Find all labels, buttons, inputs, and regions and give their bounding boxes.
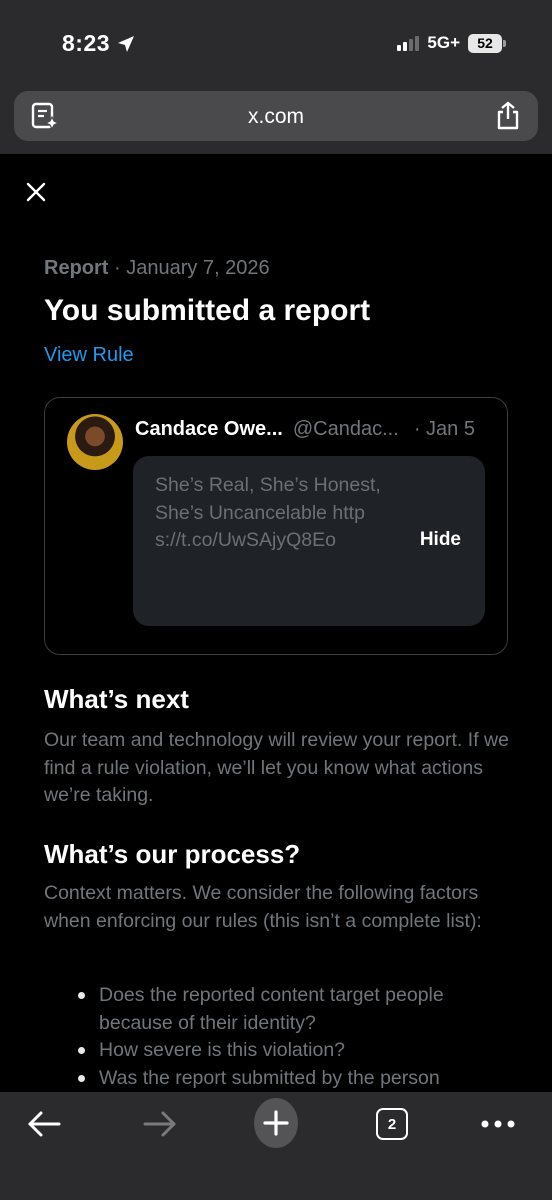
forward-button[interactable] (138, 1106, 182, 1142)
cellular-signal-icon (397, 35, 420, 51)
back-button[interactable] (22, 1106, 66, 1142)
location-arrow-icon (118, 35, 135, 52)
meta-separator: · (108, 257, 127, 279)
post-header: Candace Owe... @Candac... · Jan 5 (135, 418, 475, 441)
forward-arrow-icon[interactable] (142, 1109, 178, 1139)
whats-next-heading: What’s next (44, 684, 189, 714)
back-arrow-icon[interactable] (26, 1109, 62, 1139)
post-date: · Jan 5 (413, 418, 475, 440)
process-factors-list: Does the reported content target people … (74, 982, 514, 1092)
status-bar: 8:23 5G+ 52 (0, 0, 552, 86)
more-icon[interactable] (480, 1119, 516, 1129)
url-text[interactable]: x.com (14, 105, 538, 129)
list-item: How severe is this violation? (74, 1037, 514, 1065)
process-body: Context matters. We consider the followi… (44, 882, 482, 932)
battery-icon: 52 (468, 33, 506, 53)
network-type: 5G+ (427, 33, 460, 52)
status-time: 8:23 (62, 30, 136, 57)
clock-text: 8:23 (62, 30, 111, 56)
plus-icon[interactable] (254, 1098, 298, 1148)
report-meta: Report · January 7, 2026 (44, 257, 270, 280)
browser-toolbar: 2 (0, 1092, 552, 1200)
hidden-post-content: She’s Real, She’s Honest, She’s Uncancel… (133, 456, 485, 626)
hide-button[interactable]: Hide (420, 529, 461, 551)
tabs-icon[interactable]: 2 (376, 1108, 408, 1140)
process-heading: What’s our process? (44, 839, 301, 869)
battery-level: 52 (468, 33, 502, 53)
status-indicators: 5G+ 52 (397, 33, 506, 53)
address-bar[interactable]: x.com (14, 91, 538, 141)
reported-post-card[interactable]: Candace Owe... @Candac... · Jan 5 She’s … (44, 397, 508, 655)
post-author-name[interactable]: Candace Owe... (135, 418, 283, 441)
post-text: She’s Real, She’s Honest, She’s Uncancel… (155, 474, 381, 551)
browser-top-bar: x.com (0, 86, 552, 154)
page-title: You submitted a report (44, 294, 371, 327)
new-tab-button[interactable] (254, 1098, 298, 1148)
report-date: January 7, 2026 (126, 257, 270, 279)
avatar[interactable] (67, 414, 123, 470)
share-icon[interactable] (494, 101, 522, 131)
report-label: Report (44, 257, 109, 279)
list-item: Was the report submitted by the person (74, 1065, 514, 1093)
tabs-button[interactable]: 2 (370, 1106, 414, 1142)
post-author-handle: @Candac... (292, 418, 399, 440)
whats-next-body: Our team and technology will review your… (44, 729, 509, 806)
close-icon[interactable] (22, 178, 50, 206)
view-rule-link[interactable]: View Rule (44, 344, 134, 367)
report-page: Report · January 7, 2026 You submitted a… (0, 154, 552, 1092)
more-button[interactable] (476, 1106, 520, 1142)
list-item: Does the reported content target people … (74, 982, 514, 1037)
